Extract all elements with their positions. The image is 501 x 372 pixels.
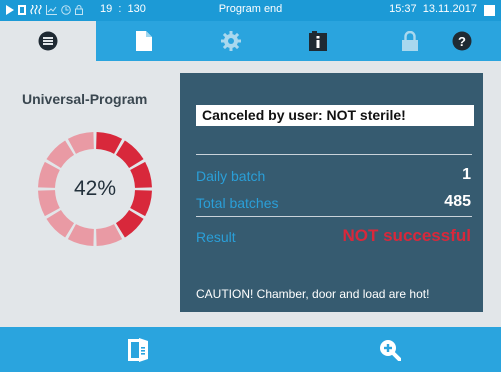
open-door-button[interactable] xyxy=(108,327,168,372)
tab-info[interactable] xyxy=(270,21,366,61)
zoom-in-icon xyxy=(380,339,401,361)
list-icon xyxy=(38,31,58,51)
clock-time: 15:37 xyxy=(389,3,417,15)
tab-bar: ? xyxy=(0,21,501,61)
bottom-bar xyxy=(0,327,501,372)
result-label: Result xyxy=(196,229,236,245)
date-time: 15:37 13.11.2017 xyxy=(389,3,477,15)
tab-protocols[interactable] xyxy=(96,21,192,61)
svg-text:?: ? xyxy=(458,34,466,49)
gear-icon xyxy=(221,31,241,51)
total-batches-value: 485 xyxy=(444,193,471,210)
cancel-message: Canceled by user: NOT sterile! xyxy=(196,105,474,126)
caution-text: CAUTION! Chamber, door and load are hot! xyxy=(196,287,430,301)
tab-help[interactable]: ? xyxy=(414,21,501,61)
tab-settings[interactable] xyxy=(183,21,279,61)
document-icon xyxy=(136,31,152,51)
flag-icon xyxy=(484,5,495,16)
help-icon: ? xyxy=(452,31,472,51)
daily-batch-value: 1 xyxy=(462,166,471,183)
door-open-icon xyxy=(128,337,148,362)
status-bar: 19 : 130 Program end 15:37 13.11.2017 xyxy=(0,0,501,21)
result-value: NOT successful xyxy=(342,226,472,245)
total-batches-label: Total batches xyxy=(196,195,279,211)
daily-batch-label: Daily batch xyxy=(196,168,266,184)
progress-percent: 42% xyxy=(73,177,117,200)
zoom-button[interactable] xyxy=(360,327,420,372)
divider xyxy=(196,154,472,155)
divider xyxy=(196,216,472,217)
clock-date: 13.11.2017 xyxy=(422,3,477,15)
info-file-icon xyxy=(309,31,327,51)
tab-menu[interactable] xyxy=(0,21,96,61)
program-title: Universal-Program xyxy=(22,91,148,107)
